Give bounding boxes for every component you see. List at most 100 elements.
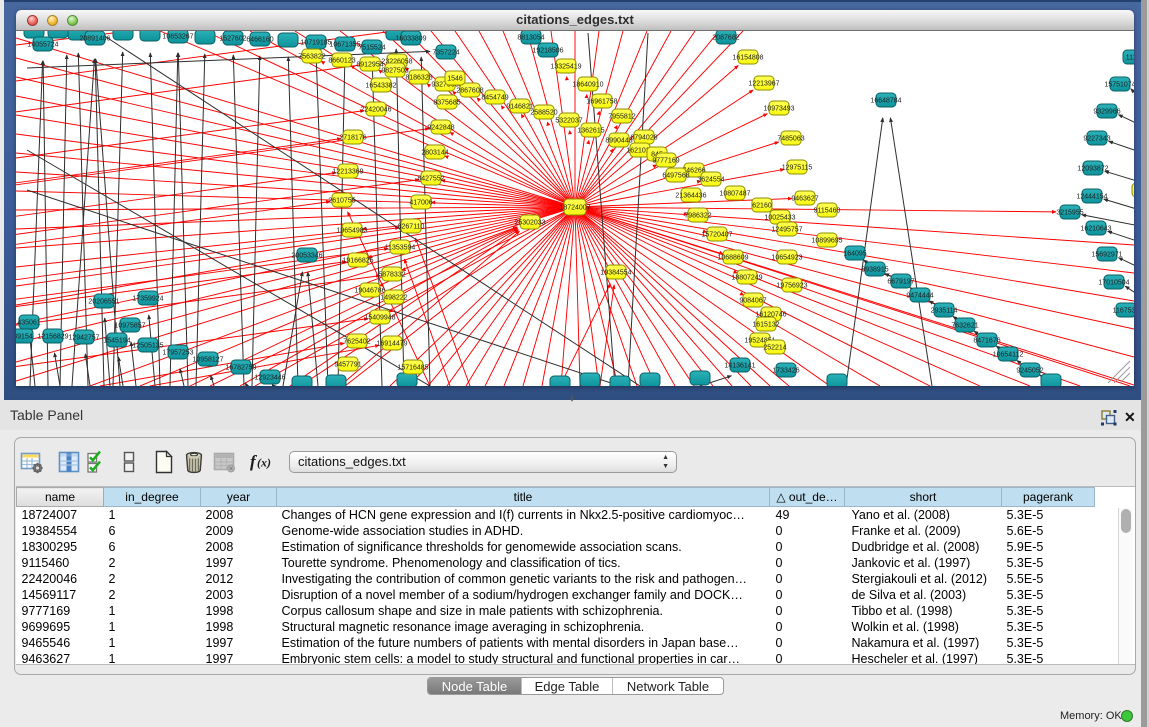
svg-text:15409948: 15409948 bbox=[364, 314, 395, 321]
svg-text:3215955: 3215955 bbox=[1056, 209, 1083, 216]
svg-text:11353594: 11353594 bbox=[385, 244, 416, 251]
svg-text:(x): (x) bbox=[257, 456, 271, 470]
svg-text:16782759: 16782759 bbox=[225, 364, 256, 371]
svg-text:12093872: 12093872 bbox=[1077, 165, 1108, 172]
svg-text:8267110: 8267110 bbox=[398, 223, 425, 230]
svg-text:9463627: 9463627 bbox=[791, 195, 818, 202]
svg-text:15692971: 15692971 bbox=[1091, 251, 1122, 258]
svg-text:8186328: 8186328 bbox=[405, 74, 432, 81]
svg-text:9329966: 9329966 bbox=[1093, 108, 1120, 115]
svg-text:5322037: 5322037 bbox=[555, 117, 582, 124]
svg-text:8912954: 8912954 bbox=[356, 61, 383, 68]
svg-text:7955812: 7955812 bbox=[608, 113, 635, 120]
svg-text:9084067: 9084067 bbox=[739, 297, 766, 304]
svg-text:9115460: 9115460 bbox=[814, 207, 841, 214]
svg-text:19166825: 19166825 bbox=[342, 257, 373, 264]
svg-text:164095: 164095 bbox=[843, 250, 866, 257]
svg-text:2610755: 2610755 bbox=[328, 197, 355, 204]
svg-text:7986322: 7986322 bbox=[684, 212, 711, 219]
svg-text:10958127: 10958127 bbox=[192, 356, 223, 363]
svg-text:10899695: 10899695 bbox=[811, 237, 842, 244]
svg-text:14055724: 14055724 bbox=[27, 41, 58, 48]
svg-text:19384554: 19384554 bbox=[600, 269, 631, 276]
svg-text:10719185: 10719185 bbox=[300, 39, 331, 46]
svg-text:62160: 62160 bbox=[752, 202, 772, 209]
svg-text:16033809: 16033809 bbox=[395, 35, 426, 42]
svg-text:16154808: 16154808 bbox=[732, 54, 763, 61]
svg-text:1167534: 1167534 bbox=[1113, 307, 1134, 314]
svg-text:6679197: 6679197 bbox=[887, 278, 914, 285]
svg-text:10654923: 10654923 bbox=[771, 254, 802, 261]
svg-text:1545194: 1545194 bbox=[103, 337, 130, 344]
svg-text:9474444: 9474444 bbox=[906, 292, 933, 299]
svg-text:12975115: 12975115 bbox=[782, 164, 813, 171]
svg-text:10807487: 10807487 bbox=[719, 190, 750, 197]
svg-text:5878332: 5878332 bbox=[378, 271, 405, 278]
svg-text:8813054: 8813054 bbox=[517, 34, 544, 41]
svg-text:9457791: 9457791 bbox=[334, 361, 361, 368]
svg-text:18724007: 18724007 bbox=[559, 204, 590, 211]
svg-text:8454749: 8454749 bbox=[481, 94, 508, 101]
svg-text:2588520: 2588520 bbox=[530, 109, 557, 116]
svg-text:9242848: 9242848 bbox=[427, 124, 454, 131]
svg-text:10975857: 10975857 bbox=[114, 322, 145, 329]
svg-text:1733426: 1733426 bbox=[772, 367, 799, 374]
svg-text:12923446: 12923446 bbox=[254, 374, 285, 381]
svg-text:17957253: 17957253 bbox=[162, 349, 193, 356]
svg-text:9227343: 9227343 bbox=[1083, 135, 1110, 142]
svg-text:7357224: 7357224 bbox=[432, 49, 459, 56]
svg-text:1362615: 1362615 bbox=[577, 127, 604, 134]
svg-text:9777169: 9777169 bbox=[652, 157, 679, 164]
svg-text:10671355: 10671355 bbox=[329, 41, 360, 48]
svg-text:25302033: 25302033 bbox=[514, 219, 545, 226]
svg-text:10653267: 10653267 bbox=[162, 33, 193, 40]
svg-text:252214: 252214 bbox=[763, 344, 786, 351]
svg-text:8427552: 8427552 bbox=[417, 175, 444, 182]
svg-text:1615132: 1615132 bbox=[752, 321, 779, 328]
svg-text:435061: 435061 bbox=[17, 319, 40, 326]
svg-text:15720407: 15720407 bbox=[701, 231, 732, 238]
svg-text:16648784: 16648784 bbox=[870, 97, 901, 104]
svg-text:16914479: 16914479 bbox=[376, 340, 407, 347]
svg-text:39154: 39154 bbox=[16, 333, 33, 340]
svg-text:417006: 417006 bbox=[409, 199, 432, 206]
svg-text:19654983: 19654983 bbox=[336, 227, 367, 234]
svg-text:8471676: 8471676 bbox=[973, 337, 1000, 344]
svg-text:10025433: 10025433 bbox=[764, 214, 795, 221]
svg-text:18640910: 18640910 bbox=[572, 81, 603, 88]
svg-text:19218506: 19218506 bbox=[532, 47, 563, 54]
svg-text:16961758: 16961758 bbox=[586, 98, 617, 105]
svg-text:12942757: 12942757 bbox=[68, 334, 99, 341]
svg-text:20891406: 20891406 bbox=[79, 35, 110, 42]
svg-text:17010504: 17010504 bbox=[1098, 279, 1129, 286]
svg-text:1527602: 1527602 bbox=[219, 35, 246, 42]
svg-text:22420046: 22420046 bbox=[360, 106, 391, 113]
svg-text:18807249: 18807249 bbox=[731, 274, 762, 281]
svg-text:8375685: 8375685 bbox=[433, 99, 460, 106]
svg-text:2087682: 2087682 bbox=[712, 34, 739, 41]
svg-text:2935114: 2935114 bbox=[931, 307, 958, 314]
svg-text:20206551: 20206551 bbox=[88, 298, 119, 305]
svg-text:8990443: 8990443 bbox=[605, 137, 632, 144]
svg-text:21364436: 21364436 bbox=[675, 192, 706, 199]
svg-text:10654112: 10654112 bbox=[993, 351, 1024, 358]
svg-text:6497568: 6497568 bbox=[662, 172, 689, 179]
svg-text:12495757: 12495757 bbox=[771, 226, 802, 233]
svg-text:3624554: 3624554 bbox=[697, 176, 724, 183]
svg-text:10688609: 10688609 bbox=[717, 254, 748, 261]
svg-text:15751074: 15751074 bbox=[1104, 81, 1134, 88]
svg-text:15716485: 15716485 bbox=[397, 364, 428, 371]
svg-text:6466160: 6466160 bbox=[246, 36, 273, 43]
svg-text:19046786: 19046786 bbox=[354, 287, 385, 294]
svg-text:6794028: 6794028 bbox=[630, 134, 657, 141]
svg-text:12444154: 12444154 bbox=[1076, 193, 1107, 200]
svg-text:1112: 1112 bbox=[1126, 54, 1134, 61]
svg-text:12213369: 12213369 bbox=[332, 168, 363, 175]
svg-text:17359924: 17359924 bbox=[132, 295, 163, 302]
svg-text:20053346: 20053346 bbox=[291, 252, 322, 259]
svg-text:19756923: 19756923 bbox=[776, 282, 807, 289]
svg-text:9245052: 9245052 bbox=[1016, 367, 1043, 374]
svg-text:12505135: 12505135 bbox=[132, 342, 163, 349]
svg-text:10973493: 10973493 bbox=[763, 105, 794, 112]
svg-text:8938915: 8938915 bbox=[861, 266, 888, 273]
